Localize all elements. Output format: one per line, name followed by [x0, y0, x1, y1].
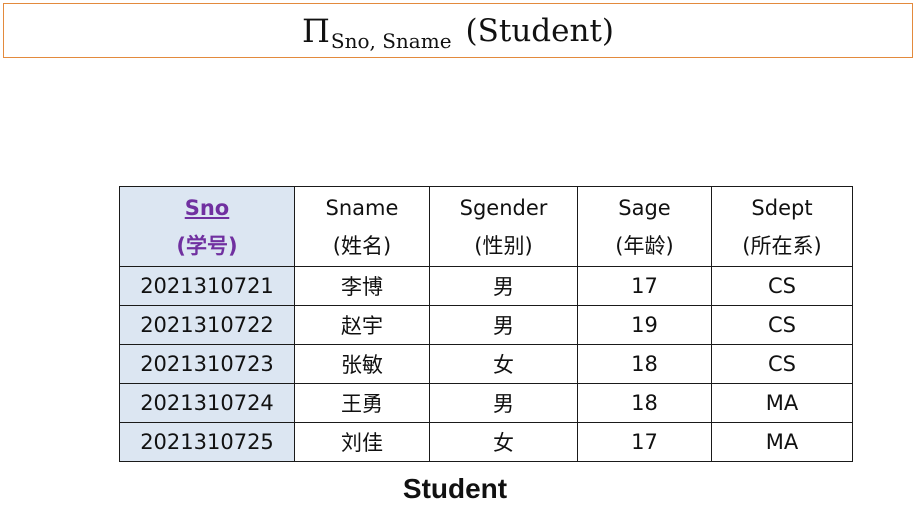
- cell-sno: 2021310723: [119, 344, 295, 384]
- cell-sgender: 女: [429, 422, 578, 462]
- cell-sage: 18: [577, 344, 712, 384]
- column-name: Sname: [325, 195, 399, 220]
- column-header-sno: Sno (学号): [119, 186, 295, 267]
- column-note: (所在系): [742, 233, 822, 258]
- cell-sage: 17: [577, 266, 712, 306]
- cell-sgender: 女: [429, 344, 578, 384]
- cell-sdept: CS: [711, 266, 853, 306]
- cell-sdept: CS: [711, 344, 853, 384]
- column-header-sage: Sage (年龄): [577, 186, 712, 267]
- cell-sgender: 男: [429, 266, 578, 306]
- cell-sdept: MA: [711, 383, 853, 423]
- projection-relation: (Student): [465, 12, 615, 49]
- column-name: Sgender: [459, 195, 548, 220]
- cell-sgender: 男: [429, 305, 578, 345]
- cell-sname: 赵宇: [294, 305, 430, 345]
- column-name: Sdept: [751, 195, 813, 220]
- table-row: 2021310721 李博 男 17 CS: [119, 266, 853, 306]
- cell-sno: 2021310722: [119, 305, 295, 345]
- projection-formula: Π Sno, Sname (Student): [3, 3, 913, 58]
- student-table: Sno (学号) Sname (姓名) Sgender (性别) Sage (年…: [119, 186, 853, 462]
- table-row: 2021310722 赵宇 男 19 CS: [119, 305, 853, 345]
- projection-symbol: Π: [301, 11, 330, 50]
- cell-sdept: CS: [711, 305, 853, 345]
- cell-sage: 17: [577, 422, 712, 462]
- column-header-sgender: Sgender (性别): [429, 186, 578, 267]
- table-row: 2021310725 刘佳 女 17 MA: [119, 422, 853, 462]
- cell-sname: 李博: [294, 266, 430, 306]
- table-caption: Student: [402, 473, 508, 504]
- cell-sno: 2021310725: [119, 422, 295, 462]
- cell-sno: 2021310724: [119, 383, 295, 423]
- column-name: Sage: [618, 195, 671, 220]
- column-note: (姓名): [332, 233, 392, 258]
- cell-sgender: 男: [429, 383, 578, 423]
- cell-sdept: MA: [711, 422, 853, 462]
- column-header-sname: Sname (姓名): [294, 186, 430, 267]
- cell-sname: 刘佳: [294, 422, 430, 462]
- cell-sno: 2021310721: [119, 266, 295, 306]
- cell-sname: 张敏: [294, 344, 430, 384]
- column-note: (年龄): [615, 233, 674, 258]
- table-row: 2021310724 王勇 男 18 MA: [119, 383, 853, 423]
- column-name: Sno: [184, 195, 230, 220]
- header-row: Sno (学号) Sname (姓名) Sgender (性别) Sage (年…: [119, 186, 853, 267]
- cell-sage: 18: [577, 383, 712, 423]
- projection-attributes: Sno, Sname: [330, 28, 452, 53]
- cell-sname: 王勇: [294, 383, 430, 423]
- cell-sage: 19: [577, 305, 712, 345]
- column-note: (性别): [474, 233, 533, 258]
- column-note: (学号): [176, 233, 238, 258]
- column-header-sdept: Sdept (所在系): [711, 186, 853, 267]
- table-row: 2021310723 张敏 女 18 CS: [119, 344, 853, 384]
